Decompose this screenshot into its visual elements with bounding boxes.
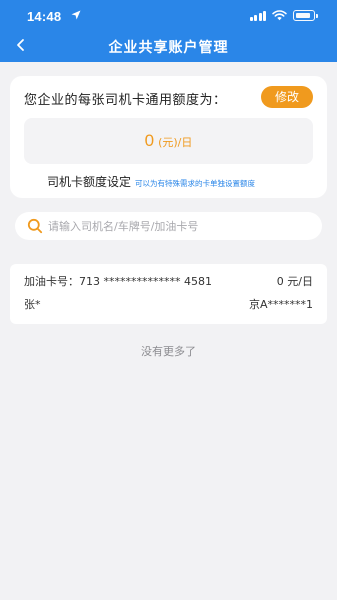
status-bar: 14:48 (0, 0, 337, 30)
status-indicators (249, 10, 318, 21)
quota-setting-label: 司机卡额度设定 (47, 175, 132, 189)
search-bar (15, 212, 322, 240)
card-number: 加油卡号：713 ************** 4581 (24, 275, 212, 288)
list-end-text: 没有更多了 (141, 345, 196, 358)
page-title: 企业共享账户管理 (108, 40, 229, 56)
card-info-row: 加油卡号：713 ************** 4581 0 元/日 (24, 273, 313, 289)
quota-unit: (元)/日 (158, 136, 193, 149)
battery-icon (293, 10, 318, 21)
search-icon (27, 218, 43, 234)
card-quota-setting-link[interactable]: 司机卡额度设定 可以为有特殊需求的卡单独设置额度 (47, 173, 255, 190)
driver-info-row: 张* 京A*******1 (24, 296, 313, 312)
fuel-card-item[interactable]: 加油卡号：713 ************** 4581 0 元/日 张* 京A… (10, 264, 327, 324)
status-time: 14:48 (27, 9, 62, 24)
quota-card: 您企业的每张司机卡通用额度为： 修改 0 (元)/日 司机卡额度设定 可以为有特殊需… (10, 76, 327, 198)
wifi-icon (272, 10, 287, 21)
quota-amount: 0 (144, 131, 155, 150)
cellular-signal-icon (249, 10, 266, 21)
search-input[interactable] (48, 212, 308, 240)
quota-setting-hint: 可以为有特殊需求的卡单独设置额度 (135, 179, 256, 188)
quota-label: 您企业的每张司机卡通用额度为： (24, 93, 227, 108)
location-arrow-icon (71, 10, 81, 20)
plate-number: 京A*******1 (248, 298, 313, 311)
card-limit: 0 元/日 (276, 275, 313, 288)
driver-name: 张* (24, 298, 41, 311)
top-app-bar: 14:48 企业共享账户管理 (0, 0, 337, 62)
edit-quota-button[interactable]: 修改 (261, 86, 313, 108)
quota-amount-box: 0 (元)/日 (24, 118, 313, 164)
